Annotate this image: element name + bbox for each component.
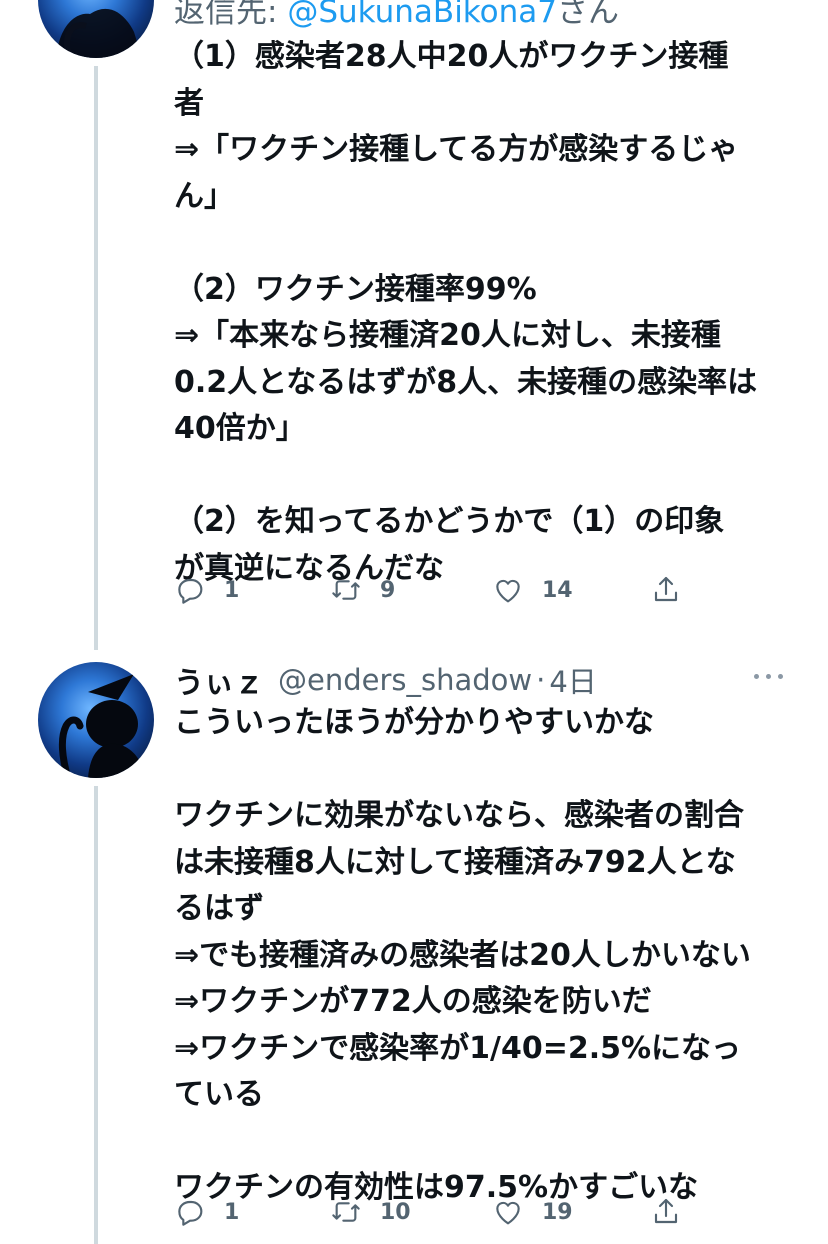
reply-to-handle[interactable]: @SukunaBikona7 bbox=[287, 0, 557, 30]
share-icon bbox=[654, 1198, 678, 1224]
heart-icon bbox=[496, 1201, 520, 1225]
retweet-count: 10 bbox=[380, 1199, 411, 1225]
share-icon bbox=[654, 576, 678, 602]
avatar[interactable] bbox=[38, 662, 154, 778]
retweet-icon bbox=[332, 580, 360, 600]
tweet-actions: 1 9 14 bbox=[174, 574, 694, 614]
retweet-count: 9 bbox=[380, 577, 396, 603]
reply-icon bbox=[178, 578, 203, 604]
like-count: 19 bbox=[542, 1199, 573, 1225]
reply-to-prefix: 返信先: bbox=[174, 0, 288, 30]
share-button[interactable] bbox=[650, 574, 682, 606]
retweet-icon bbox=[332, 1202, 360, 1222]
like-button[interactable]: 19 bbox=[492, 1196, 573, 1228]
share-button[interactable] bbox=[650, 1196, 682, 1228]
reply-to-suffix: さん bbox=[557, 0, 619, 30]
more-icon[interactable] bbox=[754, 666, 786, 686]
reply-count: 1 bbox=[224, 1199, 240, 1225]
thread-line-top bbox=[94, 66, 98, 650]
tweet-header: うぃｚ @enders_shadow · 4日 bbox=[174, 658, 597, 702]
reply-button[interactable]: 1 bbox=[174, 574, 239, 606]
display-name[interactable]: うぃｚ bbox=[174, 658, 264, 702]
like-button[interactable]: 14 bbox=[492, 574, 573, 606]
retweet-button[interactable]: 9 bbox=[330, 574, 395, 606]
heart-icon bbox=[496, 579, 520, 603]
separator-dot: · bbox=[536, 663, 546, 697]
avatar[interactable] bbox=[38, 0, 154, 58]
reply-button[interactable]: 1 bbox=[174, 1196, 239, 1228]
tweet-text: こういったほうが分かりやすいかな ワクチンに効果がないなら、感染者の割合 は未接… bbox=[174, 705, 751, 1205]
timestamp[interactable]: 4日 bbox=[549, 659, 596, 701]
tweet-actions: 1 10 19 bbox=[174, 1196, 694, 1236]
retweet-button[interactable]: 10 bbox=[330, 1196, 411, 1228]
like-count: 14 bbox=[542, 577, 573, 603]
thread-line-bottom bbox=[94, 786, 98, 1244]
reply-count: 1 bbox=[224, 577, 240, 603]
user-handle[interactable]: @enders_shadow bbox=[278, 663, 532, 697]
tweet-text: （1）感染者28人中20人がワクチン接種 者 ⇒「ワクチン接種してる方が感染する… bbox=[174, 39, 758, 586]
reply-to-label: 返信先: @SukunaBikona7さん bbox=[174, 0, 619, 31]
reply-icon bbox=[178, 1200, 203, 1226]
